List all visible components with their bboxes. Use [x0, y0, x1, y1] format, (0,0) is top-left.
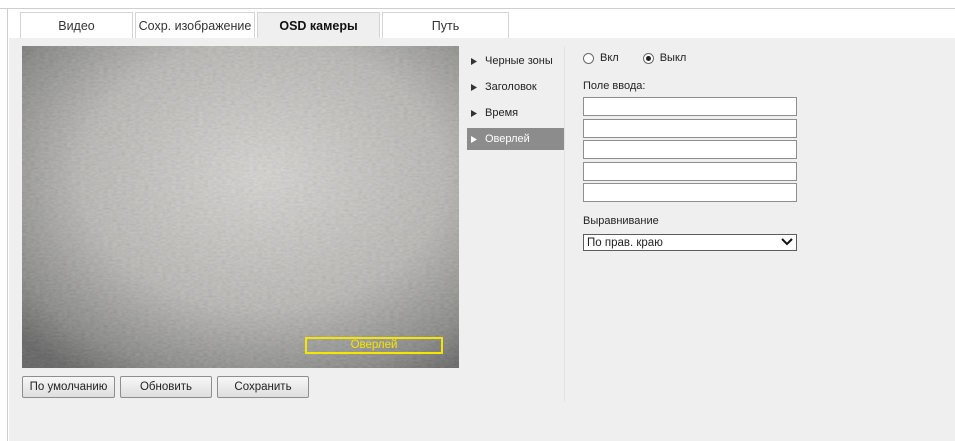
preview-image — [22, 46, 459, 368]
tab-label: Видео — [58, 18, 95, 33]
menu-item-label: Заголовок — [485, 81, 537, 93]
tab-label: OSD камеры — [279, 18, 358, 33]
menu-item-title[interactable]: Заголовок — [467, 76, 564, 98]
overlay-form: Вкл Выкл Поле ввода: Выравнивание По пра… — [583, 50, 813, 251]
osd-overlay-text[interactable]: Оверлей — [305, 337, 443, 354]
caret-right-icon — [471, 57, 479, 65]
tab-snapshot[interactable]: Сохр. изображение — [135, 12, 255, 38]
window-top-border — [0, 8, 955, 9]
menu-item-label: Оверлей — [485, 133, 530, 145]
window-left-border — [7, 8, 8, 441]
menu-item-overlay[interactable]: Оверлей — [467, 128, 564, 150]
input-field-label: Поле ввода: — [583, 80, 646, 92]
menu-item-time[interactable]: Время — [467, 102, 564, 124]
alignment-value: По прав. краю — [587, 236, 663, 249]
alignment-label: Выравнивание — [583, 215, 659, 227]
radio-off[interactable] — [642, 52, 654, 64]
chevron-down-icon — [781, 237, 793, 249]
action-buttons: По умолчанию Обновить Сохранить — [22, 376, 314, 398]
caret-right-icon — [471, 109, 479, 117]
alignment-select[interactable]: По прав. краю — [583, 234, 797, 251]
overlay-text-input-2[interactable] — [583, 118, 797, 138]
menu-item-label: Время — [485, 107, 519, 119]
caret-right-icon — [471, 83, 479, 91]
radio-selected-dot — [645, 55, 651, 61]
overlay-text-input-3[interactable] — [583, 140, 797, 160]
tab-path[interactable]: Путь — [382, 12, 509, 38]
menu-item-privacy-mask[interactable]: Черные зоны — [467, 50, 564, 72]
tab-video[interactable]: Видео — [20, 12, 133, 38]
refresh-button[interactable]: Обновить — [120, 376, 212, 398]
menu-item-label: Черные зоны — [485, 55, 553, 67]
tab-label: Путь — [431, 18, 460, 33]
camera-preview[interactable]: Оверлей — [22, 46, 459, 368]
radio-on-label: Вкл — [600, 52, 619, 64]
overlay-text-input-4[interactable] — [583, 161, 797, 181]
tab-label: Сохр. изображение — [138, 18, 252, 33]
panel-divider — [564, 46, 565, 402]
tab-bar: Видео Сохр. изображение OSD камеры Путь — [20, 12, 511, 38]
save-button[interactable]: Сохранить — [217, 376, 309, 398]
radio-off-label: Выкл — [659, 52, 687, 64]
settings-panel: Оверлей По умолчанию Обновить Сохранить … — [9, 38, 955, 441]
overlay-text-input-1[interactable] — [583, 97, 797, 116]
caret-right-icon — [471, 135, 479, 143]
tab-camera-osd[interactable]: OSD камеры — [257, 12, 380, 38]
enable-radio-group: Вкл Выкл — [583, 50, 813, 66]
default-button[interactable]: По умолчанию — [22, 376, 115, 398]
radio-on[interactable] — [583, 52, 594, 64]
overlay-text-input-5[interactable] — [583, 183, 797, 203]
overlay-text-inputs — [583, 97, 797, 205]
osd-menu: Черные зоны Заголовок Время Оверлей — [467, 50, 564, 154]
